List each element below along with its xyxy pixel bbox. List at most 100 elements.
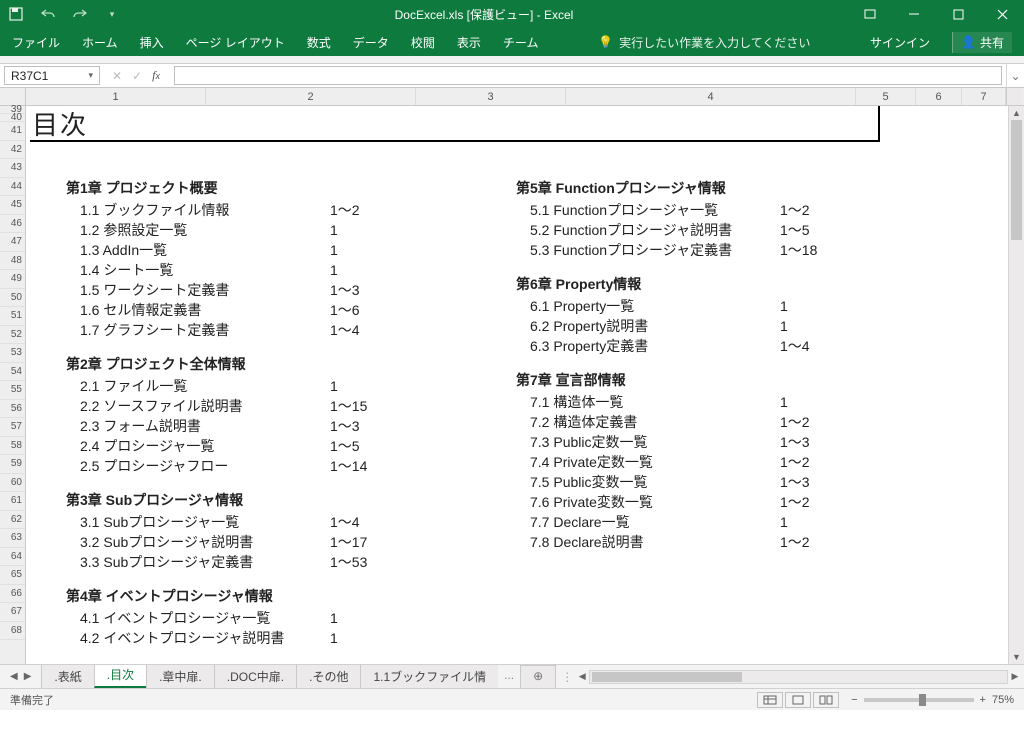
zoom-slider[interactable] [864, 698, 974, 702]
normal-view-button[interactable] [757, 692, 783, 708]
column-header[interactable]: 2 [206, 88, 416, 105]
row-header[interactable]: 42 [0, 141, 25, 160]
page-layout-view-button[interactable] [785, 692, 811, 708]
row-header[interactable]: 51 [0, 307, 25, 326]
vscroll-thumb[interactable] [1011, 120, 1022, 240]
row-header[interactable]: 58 [0, 437, 25, 456]
qat-customize-icon[interactable]: ▾ [104, 6, 120, 22]
redo-icon[interactable] [72, 6, 88, 22]
row-header[interactable]: 49 [0, 270, 25, 289]
undo-icon[interactable] [40, 6, 56, 22]
row-header[interactable]: 59 [0, 455, 25, 474]
sheet-tab[interactable]: .表紙 [41, 665, 94, 688]
ribbon-tab[interactable]: ページ レイアウト [186, 34, 285, 51]
save-icon[interactable] [8, 6, 24, 22]
scroll-left-icon[interactable]: ◀ [575, 670, 589, 684]
ribbon-tab[interactable]: 数式 [307, 34, 331, 51]
row-header[interactable]: 46 [0, 215, 25, 234]
ribbon-tab[interactable]: チーム [503, 34, 539, 51]
sheet-tabs-overflow[interactable]: ... [498, 665, 520, 688]
row-header[interactable]: 43 [0, 159, 25, 178]
share-button[interactable]: 👤 共有 [952, 32, 1012, 53]
cancel-formula-icon[interactable]: ✕ [112, 69, 122, 83]
row-header[interactable]: 68 [0, 622, 25, 641]
row-header[interactable]: 40 [0, 114, 25, 122]
sheet-tab[interactable]: .DOC中扉. [214, 665, 297, 688]
tab-nav-prev-icon[interactable]: ◀ [10, 671, 18, 682]
scroll-down-icon[interactable]: ▼ [1009, 650, 1024, 664]
row-header[interactable]: 47 [0, 233, 25, 252]
column-header[interactable]: 5 [856, 88, 916, 105]
signin-link[interactable]: サインイン [870, 34, 930, 51]
ribbon-tab[interactable]: 校閲 [411, 34, 435, 51]
toc-item-pages: 1～53 [330, 552, 390, 572]
ribbon-tab[interactable]: 表示 [457, 34, 481, 51]
row-header[interactable]: 62 [0, 511, 25, 530]
toc-item-pages: 1～2 [330, 200, 390, 220]
sheet-tabs: .表紙.目次.章中扉..DOC中扉..その他1.1ブックファイル情 [41, 665, 498, 688]
row-header[interactable]: 45 [0, 196, 25, 215]
zoom-in-button[interactable]: + [980, 694, 986, 706]
row-header[interactable]: 44 [0, 178, 25, 197]
row-header[interactable]: 50 [0, 289, 25, 308]
sheet-tab[interactable]: .その他 [296, 665, 361, 688]
horizontal-scrollbar[interactable]: ◀ ▶ [575, 668, 1022, 685]
ribbon-tab[interactable]: データ [353, 34, 389, 51]
toc-item: 2.1 ファイル一覧1 [66, 376, 436, 396]
vertical-scrollbar[interactable]: ▲ ▼ [1008, 106, 1024, 664]
name-box[interactable]: R37C1 ▾ [4, 66, 100, 85]
row-header[interactable]: 48 [0, 252, 25, 271]
row-header[interactable]: 55 [0, 381, 25, 400]
toc-item-label: 7.6 Private変数一覧 [530, 492, 780, 512]
row-header[interactable]: 67 [0, 603, 25, 622]
row-header[interactable]: 41 [0, 122, 25, 141]
sheet-tab[interactable]: .章中扉. [146, 665, 215, 688]
sheet-tab[interactable]: .目次 [94, 665, 147, 688]
enter-formula-icon[interactable]: ✓ [132, 69, 142, 83]
select-all-corner[interactable] [0, 88, 26, 105]
add-sheet-button[interactable]: ⊕ [520, 665, 556, 688]
tab-nav-next-icon[interactable]: ▶ [24, 671, 32, 682]
ribbon-display-icon[interactable] [848, 0, 892, 28]
row-header[interactable]: 57 [0, 418, 25, 437]
column-header[interactable]: 6 [916, 88, 962, 105]
column-header[interactable]: 3 [416, 88, 566, 105]
scroll-right-icon[interactable]: ▶ [1008, 670, 1022, 684]
ribbon-tab[interactable]: ホーム [82, 34, 118, 51]
scroll-up-icon[interactable]: ▲ [1009, 106, 1024, 120]
row-header[interactable]: 64 [0, 548, 25, 567]
row-header[interactable]: 66 [0, 585, 25, 604]
toc-item-label: 2.2 ソースファイル説明書 [80, 396, 330, 416]
minimize-button[interactable] [892, 0, 936, 28]
column-header[interactable]: 7 [962, 88, 1006, 105]
hscroll-thumb[interactable] [592, 672, 742, 682]
close-button[interactable] [980, 0, 1024, 28]
row-header[interactable]: 65 [0, 566, 25, 585]
column-header[interactable]: 4 [566, 88, 856, 105]
toc-item-pages: 1 [330, 220, 390, 240]
chevron-down-icon[interactable]: ▾ [88, 70, 93, 81]
row-header[interactable]: 60 [0, 474, 25, 493]
ribbon-tab[interactable]: ファイル [12, 34, 60, 51]
tab-split-handle[interactable]: ⋮ [561, 670, 573, 684]
row-header[interactable]: 56 [0, 400, 25, 419]
zoom-out-button[interactable]: − [851, 694, 857, 706]
ribbon-tab[interactable]: 挿入 [140, 34, 164, 51]
row-header[interactable]: 54 [0, 363, 25, 382]
page-break-view-button[interactable] [813, 692, 839, 708]
zoom-level[interactable]: 75% [992, 694, 1014, 706]
toc-item-label: 7.2 構造体定義書 [530, 412, 780, 432]
expand-formula-bar-icon[interactable]: ⌄ [1006, 64, 1024, 87]
column-header[interactable]: 1 [26, 88, 206, 105]
sheet-canvas[interactable]: 目次 第1章 プロジェクト概要1.1 ブックファイル情報1～21.2 参照設定一… [26, 106, 1008, 664]
row-header[interactable]: 63 [0, 529, 25, 548]
toc-item-label: 1.1 ブックファイル情報 [80, 200, 330, 220]
sheet-tab[interactable]: 1.1ブックファイル情 [360, 665, 498, 688]
fx-icon[interactable]: fx [152, 68, 166, 83]
row-header[interactable]: 53 [0, 344, 25, 363]
maximize-button[interactable] [936, 0, 980, 28]
formula-input[interactable] [174, 66, 1002, 85]
tell-me-search[interactable]: 💡 実行したい作業を入力してください [598, 34, 810, 51]
row-header[interactable]: 52 [0, 326, 25, 345]
row-header[interactable]: 61 [0, 492, 25, 511]
